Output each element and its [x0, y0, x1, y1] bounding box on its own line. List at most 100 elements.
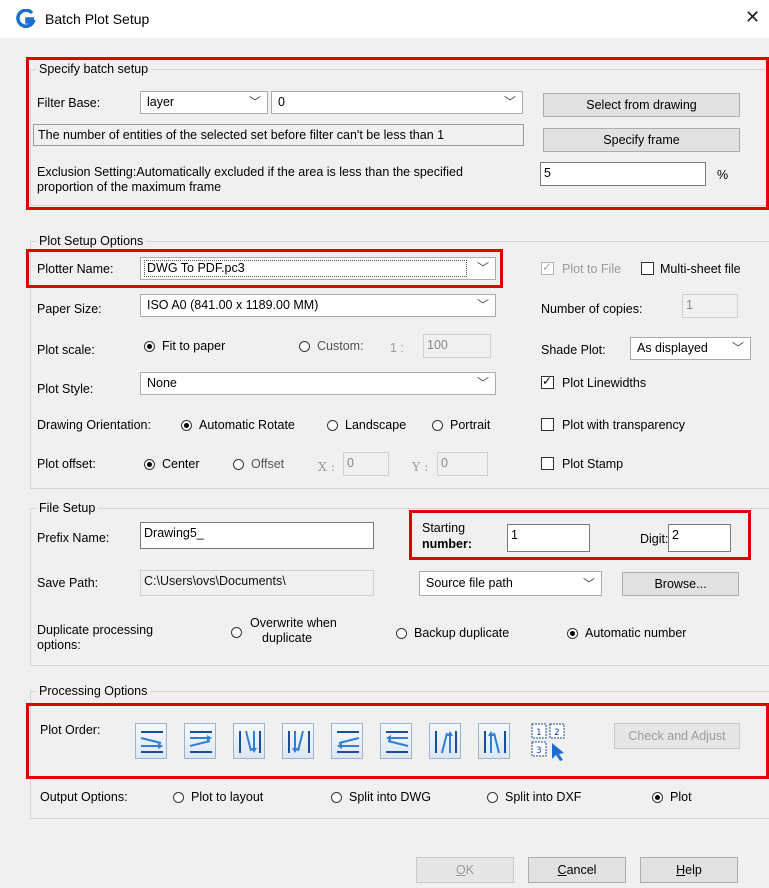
copies-input[interactable]: 1 [682, 294, 738, 318]
paper-size-select[interactable]: ISO A0 (841.00 x 1189.00 MM) ﹀ [140, 294, 496, 317]
custom-radio[interactable] [299, 341, 310, 352]
cancel-button[interactable]: Cancel [528, 857, 626, 883]
center-radio[interactable] [144, 459, 155, 470]
y-label: Y : [412, 459, 429, 474]
split-dwg-radio[interactable] [331, 792, 342, 803]
multi-sheet-checkbox[interactable] [641, 262, 654, 275]
backup-label: Backup duplicate [414, 626, 510, 640]
help-button[interactable]: Help [640, 857, 738, 883]
chevron-down-icon: ﹀ [476, 298, 489, 312]
auto-number-label: Automatic number [585, 626, 687, 640]
highlight-plotter [26, 249, 503, 288]
auto-number-radio[interactable] [567, 628, 578, 639]
transparency-label: Plot with transparency [562, 418, 685, 432]
file-setup-legend: File Setup [36, 501, 99, 515]
overwrite-radio[interactable] [231, 627, 242, 638]
plot-setup-legend: Plot Setup Options [36, 234, 147, 248]
x-offset-input[interactable]: 0 [343, 452, 389, 476]
app-logo-icon [16, 8, 38, 29]
y-offset-input[interactable]: 0 [437, 452, 488, 476]
duplicate-label-2: options: [37, 638, 81, 652]
chevron-down-icon: ﹀ [476, 376, 489, 390]
plot-style-label: Plot Style: [37, 382, 94, 396]
plot-to-file-label: Plot to File [562, 262, 622, 276]
plot-to-layout-radio[interactable] [173, 792, 184, 803]
save-path-value: C:\Users\ovs\Documents\ [144, 574, 286, 588]
paper-size-label: Paper Size: [37, 302, 102, 316]
help-label-rest: elp [685, 863, 702, 877]
stamp-checkbox[interactable] [541, 457, 554, 470]
highlight-starting-number [409, 510, 751, 560]
prefix-label: Prefix Name: [37, 531, 110, 545]
plot-offset-label: Plot offset: [37, 457, 96, 471]
copies-value: 1 [686, 298, 693, 312]
split-dwg-label: Split into DWG [349, 790, 431, 804]
transparency-checkbox[interactable] [541, 418, 554, 431]
auto-rotate-label: Automatic Rotate [199, 418, 295, 432]
landscape-radio[interactable] [327, 420, 338, 431]
chevron-down-icon: ﹀ [731, 341, 744, 355]
split-dxf-radio[interactable] [487, 792, 498, 803]
paper-size-value: ISO A0 (841.00 x 1189.00 MM) [147, 298, 319, 312]
overwrite-label-2: duplicate [262, 631, 313, 645]
custom-scale-input[interactable]: 100 [423, 334, 491, 358]
linewidths-label: Plot Linewidths [562, 376, 647, 390]
ratio-prefix: 1 : [390, 341, 404, 355]
orientation-label: Drawing Orientation: [37, 418, 151, 432]
copies-label: Number of copies: [541, 302, 643, 316]
custom-label: Custom: [317, 339, 364, 353]
prefix-value: Drawing5_ [144, 526, 204, 540]
plot-radio[interactable] [652, 792, 663, 803]
output-options-label: Output Options: [40, 790, 128, 804]
plot-to-layout-label: Plot to layout [191, 790, 264, 804]
shade-plot-label: Shade Plot: [541, 343, 606, 357]
plot-style-value: None [147, 376, 177, 390]
ok-mnemonic: O [455, 863, 466, 877]
save-path-input[interactable]: C:\Users\ovs\Documents\ [140, 570, 374, 596]
offset-radio[interactable] [233, 459, 244, 470]
cancel-label-rest: ancel [566, 863, 597, 877]
x-offset-value: 0 [347, 456, 354, 470]
x-label: X : [318, 459, 336, 474]
plot-to-file-checkbox[interactable]: ✓ [541, 260, 554, 275]
duplicate-label-1: Duplicate processing [37, 623, 154, 637]
y-offset-value: 0 [441, 456, 448, 470]
check-icon: ✓ [542, 374, 553, 388]
source-path-value: Source file path [426, 576, 513, 590]
close-icon[interactable]: ✕ [745, 7, 760, 28]
auto-rotate-radio[interactable] [181, 420, 192, 431]
plot-scale-label: Plot scale: [37, 343, 95, 357]
highlight-plot-order [26, 703, 769, 779]
backup-radio[interactable] [396, 628, 407, 639]
shade-plot-value: As displayed [637, 341, 708, 355]
split-dxf-label: Split into DXF [505, 790, 582, 804]
plot-style-select[interactable]: None ﹀ [140, 372, 496, 395]
linewidths-checkbox[interactable]: ✓ [541, 374, 554, 389]
window-title: Batch Plot Setup [45, 11, 150, 27]
plot-label: Plot [670, 790, 692, 804]
overwrite-label-1: Overwrite when [250, 616, 337, 630]
save-path-label: Save Path: [37, 576, 99, 590]
multi-sheet-label: Multi-sheet file [660, 262, 741, 276]
fit-to-paper-label: Fit to paper [162, 339, 226, 353]
highlight-batch-setup [26, 57, 769, 210]
check-icon: ✓ [542, 260, 553, 274]
fit-to-paper-radio[interactable] [144, 341, 155, 352]
shade-plot-select[interactable]: As displayed ﹀ [630, 337, 751, 360]
prefix-input[interactable]: Drawing5_ [140, 522, 374, 549]
ok-button[interactable]: OK [416, 857, 514, 883]
browse-button[interactable]: Browse... [622, 572, 739, 596]
chevron-down-icon: ﹀ [582, 577, 595, 591]
source-path-select[interactable]: Source file path ﹀ [419, 571, 602, 596]
custom-scale-value: 100 [427, 338, 448, 352]
stamp-label: Plot Stamp [562, 457, 624, 471]
offset-label: Offset [251, 457, 285, 471]
portrait-radio[interactable] [432, 420, 443, 431]
processing-legend: Processing Options [36, 684, 151, 698]
landscape-label: Landscape [345, 418, 407, 432]
portrait-label: Portrait [450, 418, 491, 432]
ok-label-rest: K [465, 863, 475, 877]
help-mnemonic: H [676, 863, 686, 877]
center-label: Center [162, 457, 200, 471]
cancel-mnemonic: C [557, 863, 567, 877]
